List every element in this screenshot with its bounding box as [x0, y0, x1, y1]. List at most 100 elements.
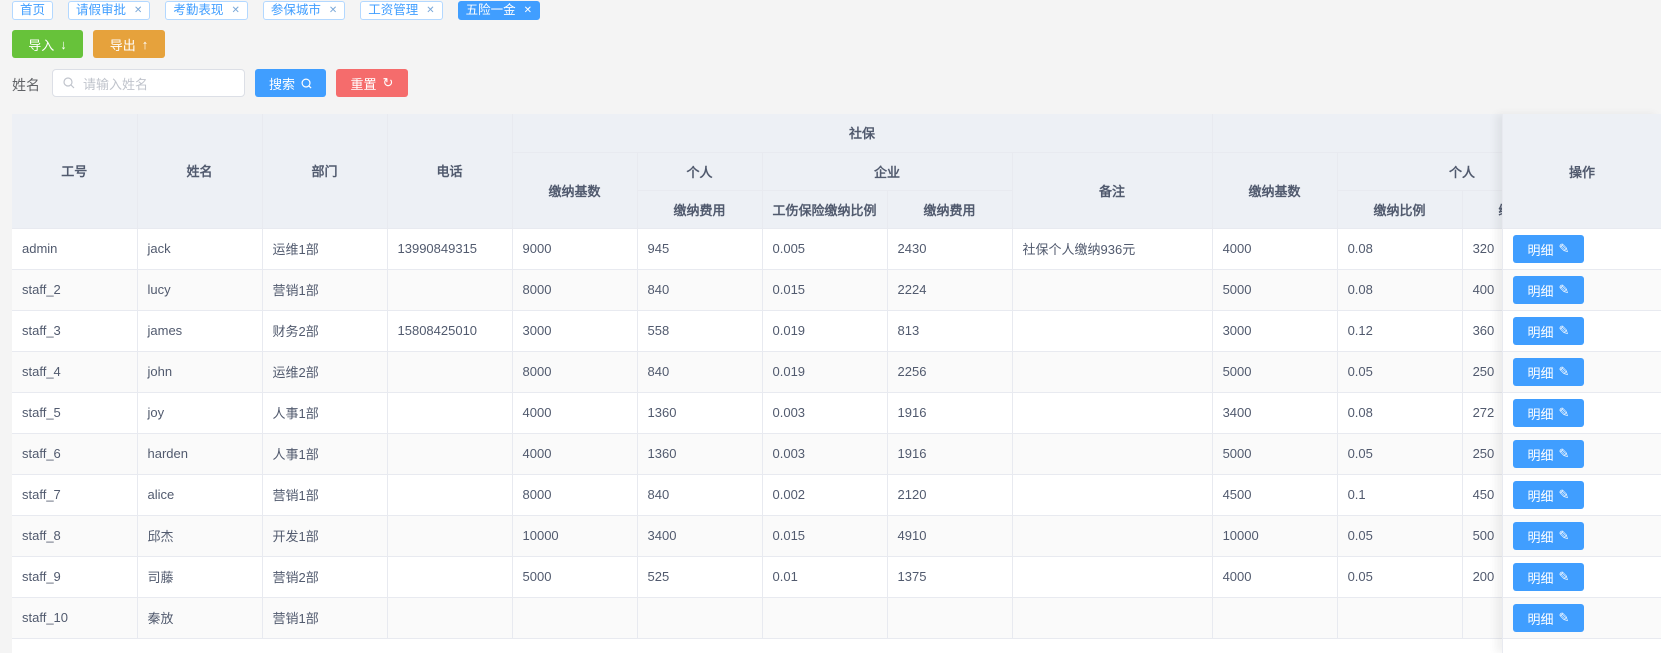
cell-dept: 运维1部 — [262, 228, 388, 270]
detail-button[interactable]: 明细 ✎ — [1513, 317, 1584, 345]
action-cell: 明细 ✎ — [1503, 393, 1661, 434]
tab-4[interactable]: 工资管理 ✕ — [360, 1, 443, 20]
action-cell: 明细 ✎ — [1503, 352, 1661, 393]
tab-5[interactable]: 五险一金 ✕ — [457, 1, 541, 20]
header-phone: 电话 — [387, 114, 513, 229]
cell-pfee: 840 — [637, 269, 763, 311]
cell-phone — [387, 269, 513, 311]
header-remark: 备注 — [1012, 152, 1213, 229]
cell-fratio: 0.05 — [1337, 515, 1463, 557]
cell-cfee: 2120 — [887, 474, 1013, 516]
tab-bar: 首页 请假审批 ✕ 考勤表现 ✕ 参保城市 ✕ 工资管理 ✕ 五险一金 ✕ — [12, 1, 555, 20]
search-icon — [63, 77, 75, 89]
table-row: staff_9 司藤 营销2部 5000 525 0.01 1375 4000 0.05 200 — [12, 556, 1661, 598]
tab-label: 首页 — [20, 3, 46, 17]
cell-phone — [387, 474, 513, 516]
tab-label: 参保城市 — [270, 3, 321, 17]
tab-0[interactable]: 首页 — [12, 1, 54, 20]
table-row: staff_5 joy 人事1部 4000 1360 0.003 1916 3400 0.08 2… — [12, 392, 1661, 434]
cell-name: alice — [137, 474, 263, 516]
action-cell: 明细 ✎ — [1503, 270, 1661, 311]
reset-button[interactable]: 重置 ↻ — [336, 69, 408, 97]
header-personal-fee: 缴纳费用 — [637, 190, 763, 229]
cell-fbase: 4500 — [1212, 474, 1338, 516]
cell-ratio: 0.005 — [762, 228, 888, 270]
cell-fratio: 0.08 — [1337, 269, 1463, 311]
edit-icon: ✎ — [1558, 487, 1570, 502]
cell-cfee — [887, 597, 1013, 639]
header-company-fee: 缴纳费用 — [887, 190, 1013, 229]
cell-fratio: 0.1 — [1337, 474, 1463, 516]
arrow-down-icon: ↓ — [60, 36, 67, 52]
search-button[interactable]: 搜索 — [255, 69, 326, 97]
detail-label: 明细 — [1527, 611, 1554, 627]
close-icon[interactable]: ✕ — [329, 2, 337, 19]
cell-dept: 开发1部 — [262, 515, 388, 557]
tab-3[interactable]: 参保城市 ✕ — [262, 1, 346, 20]
cell-id: staff_3 — [12, 310, 138, 352]
cell-remark — [1012, 351, 1213, 393]
tab-label: 请假审批 — [76, 3, 127, 17]
cell-id: admin — [12, 228, 138, 270]
header-action: 操作 — [1503, 114, 1661, 229]
table-row: staff_2 lucy 营销1部 8000 840 0.015 2224 5000 0.08 4… — [12, 269, 1661, 311]
detail-button[interactable]: 明细 ✎ — [1513, 522, 1584, 550]
cell-pfee: 840 — [637, 474, 763, 516]
cell-phone — [387, 597, 513, 639]
cell-phone — [387, 392, 513, 434]
edit-icon: ✎ — [1558, 569, 1570, 584]
cell-fbase: 5000 — [1212, 433, 1338, 475]
cell-name: 邱杰 — [137, 515, 263, 557]
action-cell: 明细 ✎ — [1503, 557, 1661, 598]
cell-id: staff_4 — [12, 351, 138, 393]
close-icon[interactable]: ✕ — [231, 2, 239, 19]
tab-2[interactable]: 考勤表现 ✕ — [165, 1, 248, 20]
tab-label: 五险一金 — [465, 3, 516, 17]
detail-label: 明细 — [1527, 447, 1554, 463]
cell-remark — [1012, 515, 1213, 557]
close-icon[interactable]: ✕ — [524, 2, 532, 19]
detail-label: 明细 — [1527, 488, 1554, 504]
name-search-input[interactable]: 请输入姓名 — [52, 69, 245, 97]
export-button[interactable]: 导出 ↑ — [93, 30, 165, 58]
close-icon[interactable]: ✕ — [134, 2, 142, 19]
header-name: 姓名 — [137, 114, 263, 229]
tab-1[interactable]: 请假审批 ✕ — [68, 1, 151, 20]
cell-pfee — [637, 597, 763, 639]
detail-button[interactable]: 明细 ✎ — [1513, 399, 1584, 427]
cell-name: 秦放 — [137, 597, 263, 639]
detail-button[interactable]: 明细 ✎ — [1513, 440, 1584, 468]
cell-ratio: 0.003 — [762, 392, 888, 434]
edit-icon: ✎ — [1558, 528, 1570, 543]
detail-button[interactable]: 明细 ✎ — [1513, 358, 1584, 386]
cell-cfee: 1916 — [887, 433, 1013, 475]
refresh-icon: ↻ — [382, 75, 394, 90]
detail-button[interactable]: 明细 ✎ — [1513, 481, 1584, 509]
cell-id: staff_7 — [12, 474, 138, 516]
cell-id: staff_2 — [12, 269, 138, 311]
edit-icon: ✎ — [1558, 610, 1570, 625]
header-fund-base: 缴纳基数 — [1212, 152, 1338, 229]
import-button[interactable]: 导入 ↓ — [12, 30, 83, 58]
cell-base: 4000 — [512, 392, 638, 434]
cell-cfee: 2430 — [887, 228, 1013, 270]
cell-ratio: 0.015 — [762, 515, 888, 557]
cell-ratio: 0.015 — [762, 269, 888, 311]
cell-remark: 社保个人缴纳936元 — [1012, 228, 1213, 270]
tab-label: 工资管理 — [368, 3, 419, 17]
tab-label: 考勤表现 — [173, 3, 224, 17]
cell-ratio: 0.002 — [762, 474, 888, 516]
detail-button[interactable]: 明细 ✎ — [1513, 235, 1584, 263]
cell-dept: 财务2部 — [262, 310, 388, 352]
detail-button[interactable]: 明细 ✎ — [1513, 604, 1584, 632]
close-icon[interactable]: ✕ — [426, 2, 434, 19]
action-cell: 明细 ✎ — [1503, 229, 1661, 270]
detail-button[interactable]: 明细 ✎ — [1513, 563, 1584, 591]
cell-pfee: 840 — [637, 351, 763, 393]
edit-icon: ✎ — [1558, 241, 1570, 256]
detail-button[interactable]: 明细 ✎ — [1513, 276, 1584, 304]
cell-remark — [1012, 556, 1213, 598]
cell-remark — [1012, 474, 1213, 516]
cell-fbase: 3000 — [1212, 310, 1338, 352]
cell-fratio: 0.05 — [1337, 556, 1463, 598]
